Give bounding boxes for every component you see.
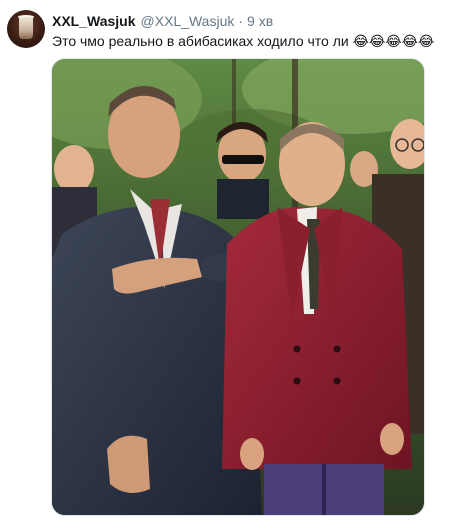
display-name[interactable]: XXL_Wasjuk xyxy=(52,11,136,31)
tweet-timestamp[interactable]: 9 хв xyxy=(247,11,273,31)
tweet-photo[interactable] xyxy=(51,58,425,516)
tweet-text: Это чмо реально в абибасиках ходило что … xyxy=(52,31,447,51)
avatar[interactable] xyxy=(7,10,45,48)
user-handle[interactable]: @XXL_Wasjuk xyxy=(141,11,235,31)
photo-illustration xyxy=(52,59,424,515)
tweet-header: XXL_Wasjuk @XXL_Wasjuk · 9 хв xyxy=(52,11,273,31)
laughing-emoji-icons: 😂😂😂😂😂 xyxy=(352,33,435,49)
tweet[interactable]: XXL_Wasjuk @XXL_Wasjuk · 9 хв Это чмо ре… xyxy=(0,0,453,523)
coffee-cup-body xyxy=(19,17,33,39)
header-separator: · xyxy=(238,13,244,29)
tweet-body-text: Это чмо реально в абибасиках ходило что … xyxy=(52,33,349,49)
